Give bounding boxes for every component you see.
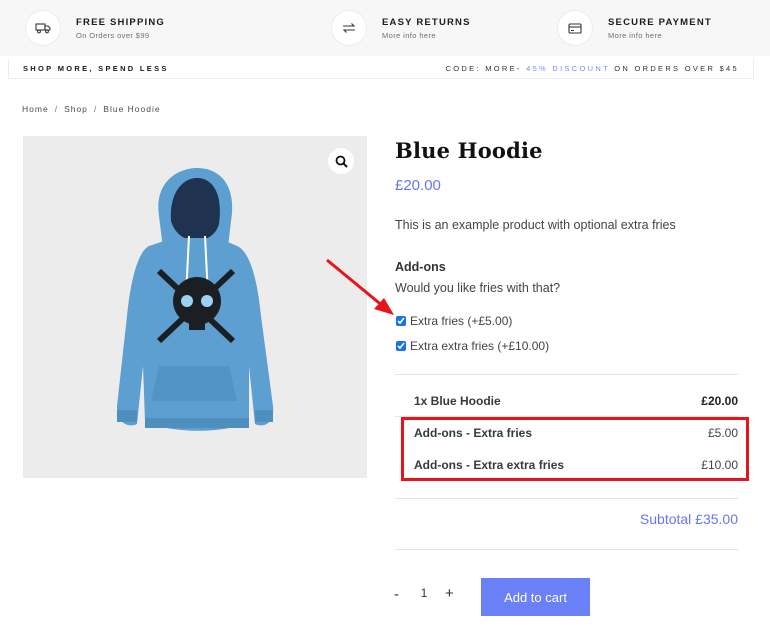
secure-payment-subtitle: More info here xyxy=(608,30,662,40)
breadcrumb-current: Blue Hoodie xyxy=(103,104,161,114)
extra-fries-label: Extra fries (+£5.00) xyxy=(410,314,513,328)
addon-option-extra-extra-fries[interactable]: Extra extra fries (+£10.00) xyxy=(396,339,549,353)
divider xyxy=(395,549,738,550)
breadcrumb-home[interactable]: Home xyxy=(22,104,49,114)
breadcrumb-separator: / xyxy=(93,104,98,114)
addons-question: Would you like fries with that? xyxy=(395,281,561,295)
free-shipping-title: FREE SHIPPING xyxy=(76,16,165,28)
easy-returns-subtitle: More info here xyxy=(382,30,436,40)
subtotal: Subtotal £35.00 xyxy=(639,511,738,527)
secure-payment-title: SECURE PAYMENT xyxy=(608,16,712,28)
product-description: This is an example product with optional… xyxy=(395,218,676,232)
hoodie-image xyxy=(117,168,274,431)
easy-returns-block[interactable]: EASY RETURNS More info here xyxy=(331,9,471,47)
addons-heading: Add-ons xyxy=(395,260,446,274)
totals-row-product: 1x Blue Hoodie £20.00 xyxy=(414,394,738,408)
product-price: £20.00 xyxy=(395,177,441,194)
addons-highlight-box xyxy=(401,417,749,481)
product-gallery[interactable] xyxy=(23,136,367,478)
divider xyxy=(395,374,738,375)
promo-code-suffix: ON ORDERS OVER $45 xyxy=(614,64,739,73)
magnifier-icon xyxy=(335,155,348,168)
secure-payment-block[interactable]: SECURE PAYMENT More info here xyxy=(557,9,712,47)
breadcrumb-shop[interactable]: Shop xyxy=(64,104,88,114)
totals-label: 1x Blue Hoodie xyxy=(414,394,501,408)
zoom-button[interactable] xyxy=(328,148,354,174)
breadcrumb-separator: / xyxy=(54,104,59,114)
promo-strip: SHOP MORE, SPEND LESS CODE: MORE- 45% DI… xyxy=(8,59,754,79)
free-shipping-subtitle: On Orders over $99 xyxy=(76,30,150,40)
extra-extra-fries-checkbox[interactable] xyxy=(396,341,406,351)
service-bar: FREE SHIPPING On Orders over $99 EASY RE… xyxy=(0,0,770,56)
quantity-increase-button[interactable]: + xyxy=(445,585,454,602)
annotation-arrow-icon xyxy=(326,258,394,315)
truck-icon xyxy=(25,10,61,46)
divider xyxy=(395,498,738,499)
promo-code-text: CODE: MORE- 45% DISCOUNT ON ORDERS OVER … xyxy=(446,64,739,73)
quantity-decrease-button[interactable]: - xyxy=(394,586,399,603)
extra-extra-fries-label: Extra extra fries (+£10.00) xyxy=(410,339,550,353)
add-to-cart-button[interactable]: Add to cart xyxy=(481,578,590,616)
addon-option-extra-fries[interactable]: Extra fries (+£5.00) xyxy=(396,314,512,328)
quantity-input[interactable] xyxy=(414,586,434,600)
breadcrumb: Home / Shop / Blue Hoodie xyxy=(22,104,161,114)
promo-tagline: SHOP MORE, SPEND LESS xyxy=(23,64,169,73)
credit-card-icon xyxy=(557,10,593,46)
promo-discount: 45% DISCOUNT xyxy=(526,64,610,73)
easy-returns-title: EASY RETURNS xyxy=(382,16,471,28)
totals-value: £20.00 xyxy=(701,394,738,408)
free-shipping-block[interactable]: FREE SHIPPING On Orders over $99 xyxy=(25,9,165,47)
promo-code-prefix: CODE: MORE- xyxy=(445,64,522,73)
product-title: Blue Hoodie xyxy=(395,138,543,163)
swap-arrows-icon xyxy=(331,10,367,46)
